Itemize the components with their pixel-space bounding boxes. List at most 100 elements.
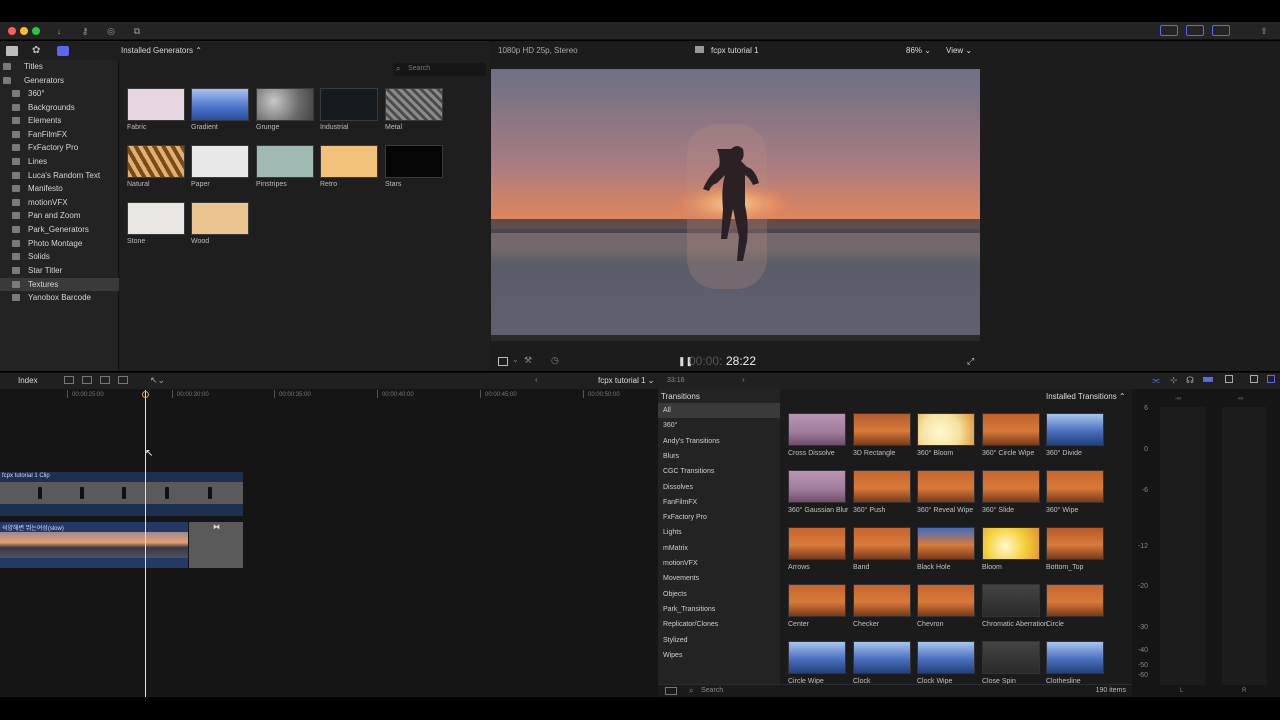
generator-thumbnail[interactable] [191,145,249,178]
fullscreen-icon[interactable]: ⤢ [967,356,974,367]
crop-icon[interactable] [498,357,508,366]
transition-category[interactable]: Dissolves [658,480,780,495]
transition-thumbnail[interactable] [982,527,1040,560]
transition-thumbnail[interactable] [853,413,911,446]
transition-category[interactable]: FxFactory Pro [658,510,780,525]
transition-thumbnail[interactable] [1046,527,1104,560]
transition-thumbnail[interactable] [853,641,911,674]
transition-thumbnail[interactable] [982,584,1040,617]
transition-category[interactable]: Park_Transitions [658,602,780,617]
video-clip[interactable]: 석양해변 뛰는여성(slow) [0,522,188,568]
transition-category[interactable]: motionVFX [658,556,780,571]
select-tool-icon[interactable]: ↖⌄ [150,375,165,386]
generator-thumbnail[interactable] [127,88,185,121]
transitions-search-field[interactable]: Search [701,687,723,694]
sidebar-item[interactable]: Elements [0,114,119,127]
transition-category[interactable]: All [658,403,780,418]
sidebar-item[interactable]: Photo Montage [0,237,119,250]
transition-thumbnail[interactable] [1046,470,1104,503]
generator-thumbnail[interactable] [320,88,378,121]
title-clip[interactable]: fcpx tutorial 1 Clip [0,472,243,516]
transition-category[interactable]: Lights [658,525,780,540]
transition-thumbnail[interactable] [917,641,975,674]
sidebar-item[interactable]: FanFilmFX [0,128,119,141]
overwrite-clip-icon[interactable] [118,376,128,384]
generator-thumbnail[interactable] [127,145,185,178]
browser-toggle-icon[interactable] [1160,25,1178,36]
audio-skimming-icon[interactable]: ⫘ [1152,375,1160,386]
enhance-icon[interactable]: ⚒ [524,355,532,366]
transition-category[interactable]: FanFilmFX [658,495,780,510]
transition-category[interactable]: Replicator/Clones [658,617,780,632]
transition-thumbnail[interactable] [788,413,846,446]
close-window-button[interactable] [8,27,16,35]
checkmark-icon[interactable]: ◎ [103,25,119,37]
chevron-down-icon[interactable]: ⌄ [512,355,519,364]
transition-category[interactable]: CGC Transitions [658,464,780,479]
timeline-ruler[interactable]: 00:00:25:00 00:00:30:00 00:00:35:00 00:00:4… [0,390,658,402]
back-arrow-icon[interactable]: ‹ [535,375,538,384]
installed-generators-dropdown[interactable]: Installed Generators ⌃ [121,46,202,55]
skimming-icon[interactable]: ⊹ [1170,375,1178,386]
timeline-toggle-icon[interactable] [1186,25,1204,36]
sidebar-item[interactable]: Solids [0,250,119,263]
generator-thumbnail[interactable] [191,88,249,121]
transition-thumbnail[interactable] [982,470,1040,503]
sidebar-item[interactable]: 360° [0,87,119,100]
transition-thumbnail[interactable] [853,527,911,560]
transition-thumbnail[interactable] [1046,584,1104,617]
sidebar-item[interactable]: Lines [0,155,119,168]
sidebar-item[interactable]: Luca's Random Text [0,169,119,182]
transition-thumbnail[interactable] [1046,413,1104,446]
sidebar-toggle-icon[interactable] [665,687,677,695]
forward-arrow-icon[interactable]: › [742,375,745,384]
clip-appearance-icon[interactable] [1225,375,1233,383]
transition-category[interactable]: Wipes [658,648,780,663]
gap-clip[interactable]: ⧓ [189,522,243,568]
transition-thumbnail[interactable] [917,413,975,446]
sidebar-item[interactable]: Textures [0,278,119,291]
photos-icon[interactable]: ✿ [32,46,44,56]
transition-thumbnail[interactable] [788,584,846,617]
transition-category[interactable]: Movements [658,571,780,586]
minimize-window-button[interactable] [20,27,28,35]
sidebar-item[interactable]: Park_Generators [0,223,119,236]
zoom-dropdown[interactable]: 86% ⌄ [906,46,931,55]
download-icon[interactable]: ↓ [51,25,67,37]
transition-category[interactable]: Blurs [658,449,780,464]
generator-thumbnail[interactable] [191,202,249,235]
generator-thumbnail[interactable] [127,202,185,235]
playhead-handle-icon[interactable] [142,391,149,398]
search-field[interactable]: ⌕ Search [393,63,486,76]
insert-clip-icon[interactable] [82,376,92,384]
transition-thumbnail[interactable] [853,470,911,503]
sidebar-item[interactable]: Manifesto [0,182,119,195]
transition-category[interactable]: mMatrix [658,541,780,556]
generator-thumbnail[interactable] [256,145,314,178]
transition-thumbnail[interactable] [788,470,846,503]
sidebar-item[interactable]: FxFactory Pro [0,141,119,154]
playhead[interactable] [145,390,146,697]
inspector-toggle-icon[interactable] [1212,25,1230,36]
sidebar-item[interactable]: Yanobox Barcode [0,291,119,304]
transition-thumbnail[interactable] [917,584,975,617]
generator-thumbnail[interactable] [256,88,314,121]
transition-thumbnail[interactable] [917,527,975,560]
sidebar-item[interactable]: ▸Titles [0,60,119,73]
transition-thumbnail[interactable] [917,470,975,503]
zoom-window-button[interactable] [32,27,40,35]
transition-thumbnail[interactable] [982,641,1040,674]
index-button[interactable]: Index [18,376,38,385]
sidebar-item[interactable]: Backgrounds [0,101,119,114]
generator-thumbnail[interactable] [320,145,378,178]
headphones-icon[interactable]: ☊ [1186,375,1194,386]
sidebar-item[interactable]: Pan and Zoom [0,209,119,222]
media-library-icon[interactable] [6,46,18,56]
share-icon[interactable]: ⇪ [1256,25,1272,37]
speed-icon[interactable]: ◷ [551,355,559,366]
transition-thumbnail[interactable] [788,527,846,560]
installed-transitions-dropdown[interactable]: Installed Transitions ⌃ [1046,392,1126,401]
sidebar-item[interactable]: Star Titler [0,264,119,277]
transition-thumbnail[interactable] [1046,641,1104,674]
generator-thumbnail[interactable] [385,88,443,121]
